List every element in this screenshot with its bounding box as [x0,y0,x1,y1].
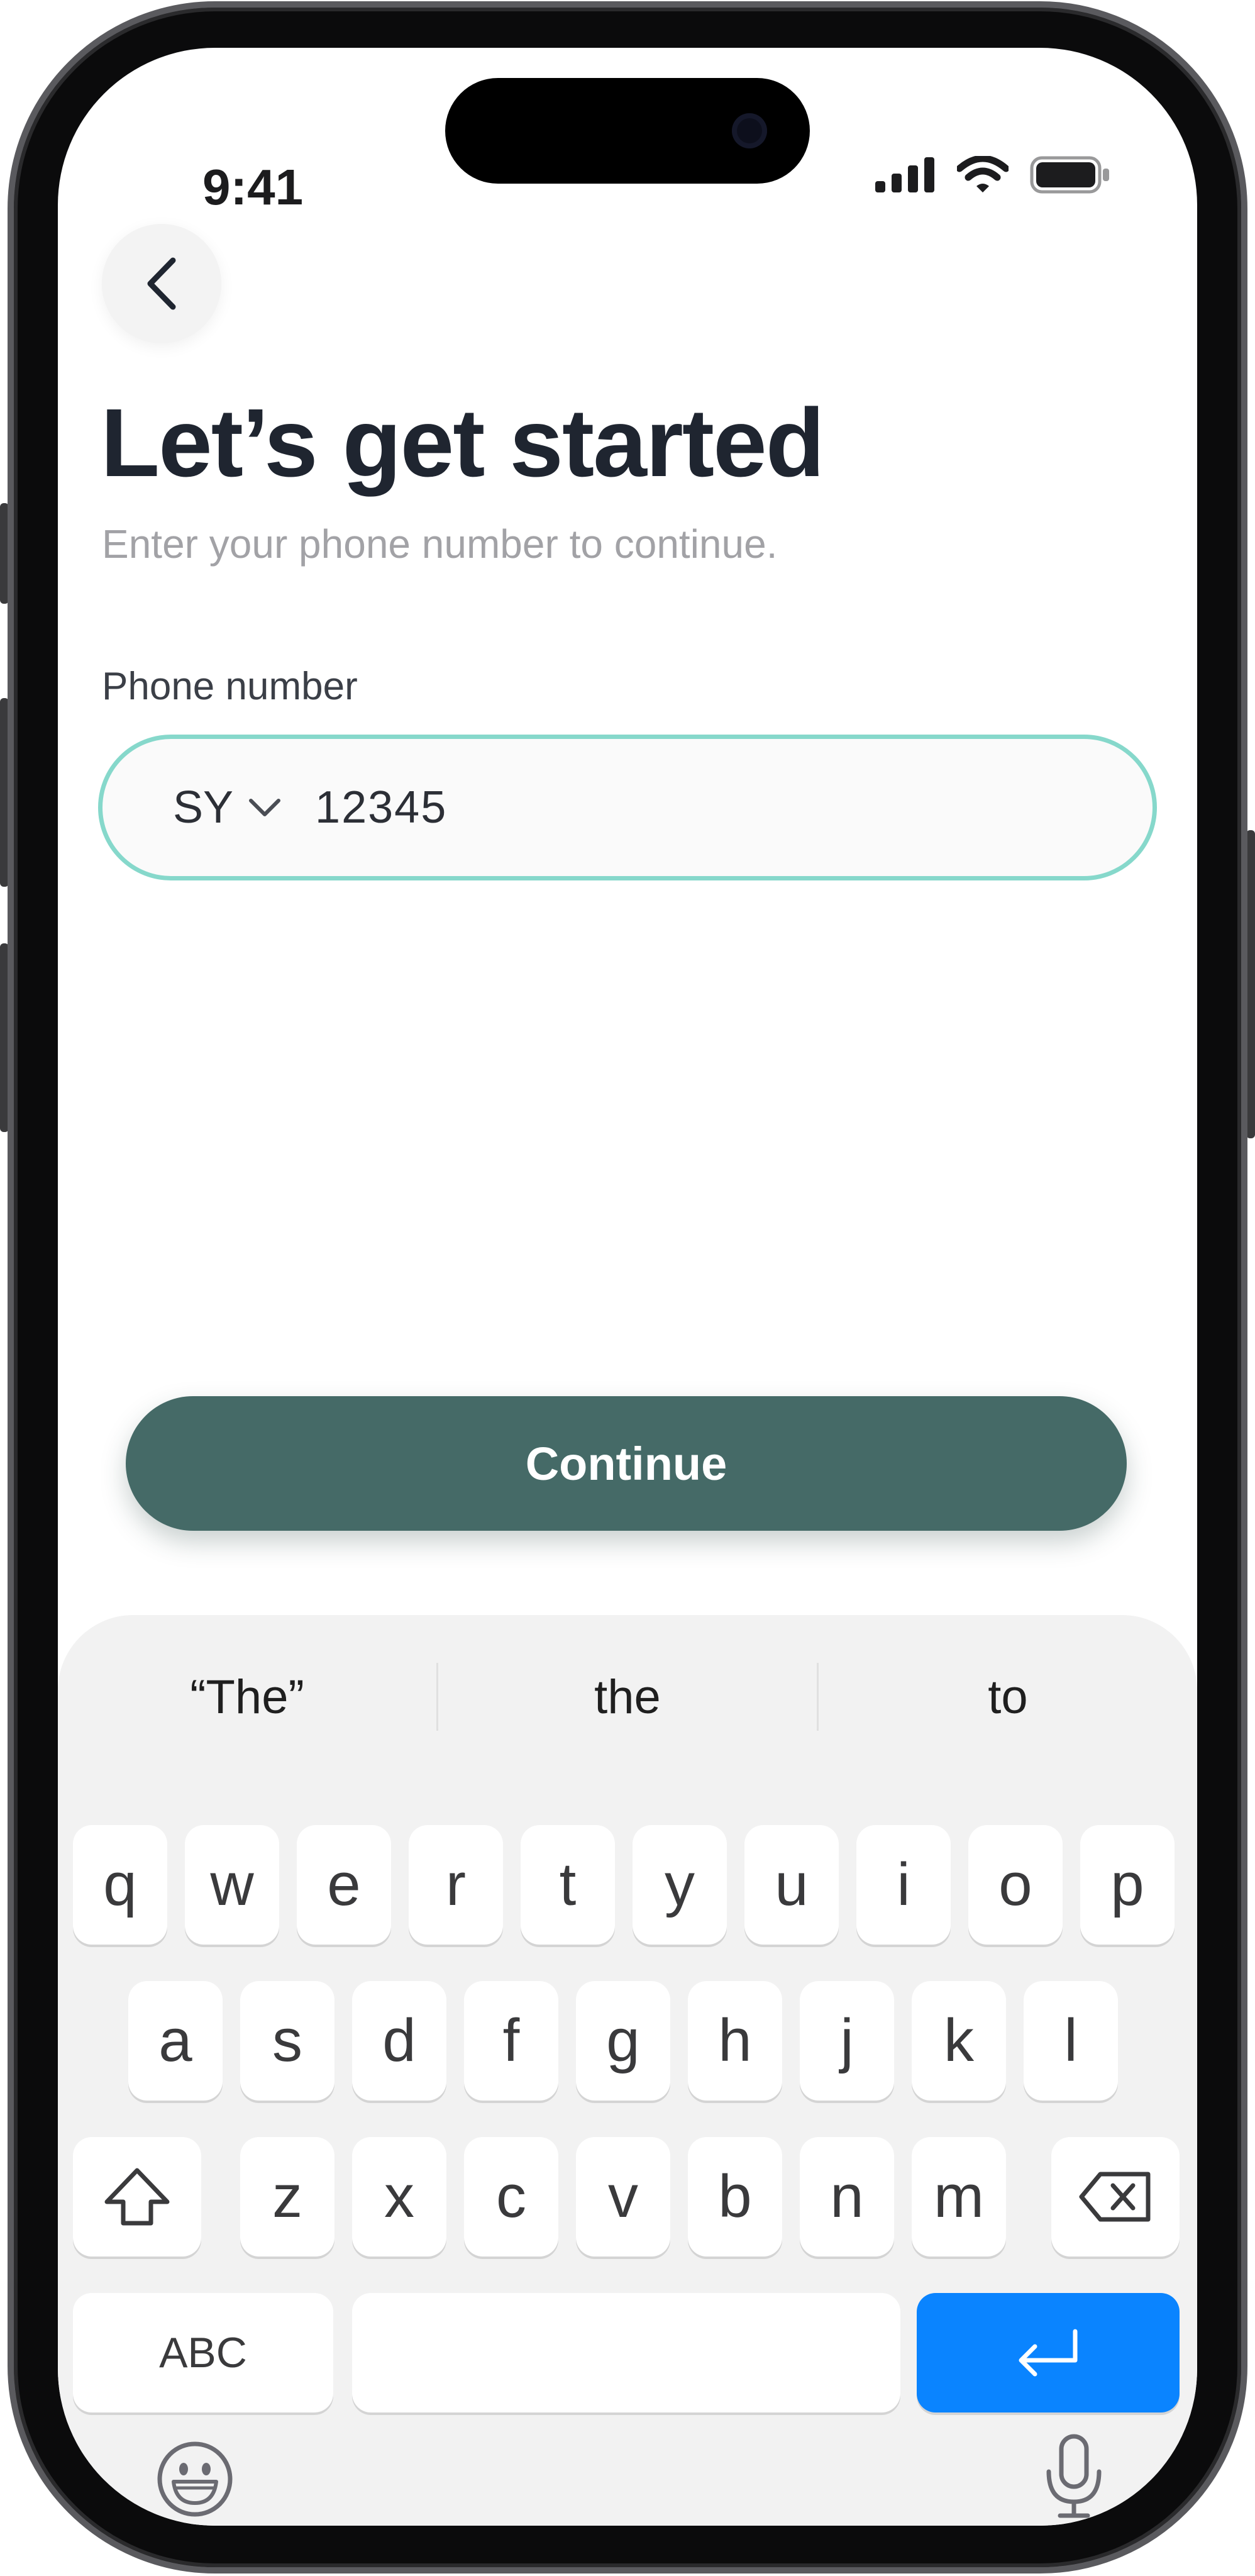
chevron-left-icon [147,257,176,310]
camera-icon [732,113,767,148]
continue-button[interactable]: Continue [126,1396,1127,1531]
key-o[interactable]: o [968,1825,1063,1945]
key-g[interactable]: g [576,1981,670,2101]
space-key[interactable] [352,2293,900,2412]
key-m[interactable]: m [912,2137,1006,2257]
shift-key[interactable] [73,2137,201,2257]
key-a[interactable]: a [128,1981,223,2101]
chevron-down-icon [249,799,281,816]
country-code-selector[interactable]: SY [173,782,282,833]
phone-number-field[interactable]: SY [98,735,1157,880]
key-x[interactable]: x [352,2137,446,2257]
key-s[interactable]: s [240,1981,334,2101]
backspace-key[interactable] [1051,2137,1180,2257]
return-icon [1019,2329,1078,2377]
key-d[interactable]: d [352,1981,446,2101]
key-k[interactable]: k [912,1981,1006,2101]
shift-icon [104,2168,170,2226]
microphone-icon [1046,2434,1102,2518]
key-l[interactable]: l [1024,1981,1118,2101]
key-u[interactable]: u [744,1825,839,1945]
back-button[interactable] [102,224,221,343]
wifi-icon [957,156,1009,192]
key-i[interactable]: i [856,1825,951,1945]
power-button [1246,830,1255,1138]
country-code: SY [173,782,234,833]
key-e[interactable]: e [297,1825,391,1945]
key-c[interactable]: c [464,2137,558,2257]
page-subtitle: Enter your phone number to continue. [102,521,778,567]
status-time: 9:41 [202,159,304,215]
keyboard: “The” the to q w e r t y u i o p a s d f… [58,1615,1197,2526]
phone-number-input[interactable] [315,782,1007,833]
phone-number-label: Phone number [102,665,358,708]
key-j[interactable]: j [800,1981,894,2101]
emoji-button[interactable] [153,2438,236,2521]
key-h[interactable]: h [688,1981,782,2101]
emoji-icon [157,2441,233,2517]
suggestion-bar: “The” the to [58,1659,1197,1735]
key-z[interactable]: z [240,2137,334,2257]
screen: 9:41 Let’s get started Enter your phone … [58,48,1197,2526]
suggestion-1[interactable]: “The” [58,1659,436,1735]
key-q[interactable]: q [73,1825,167,1945]
backspace-icon [1079,2172,1151,2222]
battery-icon [1030,156,1109,194]
abc-key[interactable]: ABC [73,2293,333,2412]
key-b[interactable]: b [688,2137,782,2257]
page-title: Let’s get started [101,389,825,497]
microphone-button[interactable] [1036,2433,1112,2521]
status-icons [875,156,1110,194]
key-n[interactable]: n [800,2137,894,2257]
key-t[interactable]: t [521,1825,615,1945]
return-key[interactable] [917,2293,1180,2412]
key-p[interactable]: p [1080,1825,1175,1945]
suggestion-2[interactable]: the [438,1659,817,1735]
signal-icon [875,157,934,192]
key-v[interactable]: v [576,2137,670,2257]
key-w[interactable]: w [185,1825,279,1945]
key-y[interactable]: y [633,1825,727,1945]
key-r[interactable]: r [409,1825,503,1945]
suggestion-3[interactable]: to [819,1659,1197,1735]
key-f[interactable]: f [464,1981,558,2101]
dynamic-island [445,78,810,184]
